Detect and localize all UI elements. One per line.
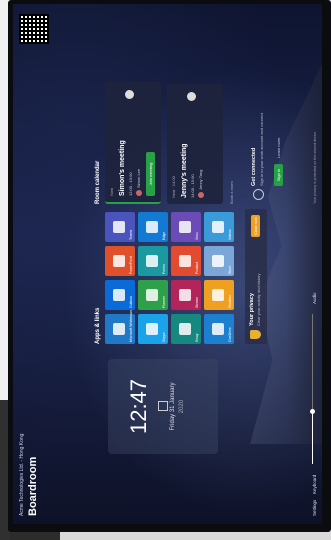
app-tile[interactable]: Edge [138,212,168,242]
sign-in-button[interactable]: Sign in [274,164,283,186]
privacy-title: Your privacy [249,293,255,326]
sway-icon [178,323,191,335]
bottom-bar: Settings Keyboard Audio Your privacy is … [302,4,322,524]
audio-button[interactable]: Audio [312,292,317,304]
app-tile[interactable]: Planner [138,280,168,310]
clear-now-button[interactable]: Clear now [251,215,260,237]
whiteboard-icon [112,323,125,335]
privacy-card: Your privacy Clear your activity and his… [245,209,267,344]
privacy-footnote: Your privacy is protected on this shared… [313,131,317,204]
volume-knob[interactable] [310,409,315,414]
videos-icon [211,221,224,233]
header: Acme Technologies Ltd. - Hong Kong Board… [19,434,39,516]
app-tile[interactable]: Skype [138,314,168,344]
app-tile[interactable]: Videos [204,212,234,242]
calendar-title: Room calendar [95,160,101,204]
meeting-state: Now [109,187,114,196]
clock-date: Friday 31 January [170,382,176,431]
app-tile[interactable]: OneDrive [204,314,234,344]
app-tile[interactable]: Sway [171,314,201,344]
app-tile-label: Stream [195,296,199,308]
forms-icon [145,255,158,267]
app-tile[interactable]: Teams [105,212,135,242]
settings-button[interactable]: Settings [312,500,317,516]
app-tile[interactable]: Stream [171,280,201,310]
meeting-state: Next · 14:00 [171,176,176,198]
app-tile[interactable]: Store [204,246,234,276]
meeting-name: Jenny's meeting [181,143,188,198]
display-screen: Acme Technologies Ltd. - Hong Kong Board… [13,4,322,524]
weather-icon [211,289,224,301]
clock-panel: 12:47 Friday 31 January 2020 [108,359,218,454]
xbox-icon [178,221,191,233]
volume-fill [312,412,313,464]
store-icon [211,255,224,267]
app-tile-label: Skype [162,332,166,342]
room-calendar: Now Simon's meeting 12:00 - 13:00 Simon … [105,82,245,204]
app-tile-label: Planner [162,295,166,308]
app-tile-label: Teams [129,229,133,240]
app-tile[interactable]: Forms [138,246,168,276]
app-tile[interactable]: Xbox [171,212,201,242]
app-tile-label: Edge [162,231,166,240]
app-tile[interactable]: Weather [204,280,234,310]
product-icon [178,255,191,267]
stream-icon [178,289,191,301]
teams-icon [125,90,134,99]
apps-title: Apps & links [95,307,101,344]
privacy-subtitle: Clear your activity and history [256,273,261,326]
planner-icon [145,289,158,301]
app-tile-label: Xbox [195,232,199,240]
teams-icon [112,221,125,233]
learn-more-link[interactable]: Learn more [276,138,281,158]
qr-code [19,14,49,44]
powerpoint-icon [112,255,125,267]
meeting-card-current[interactable]: Now Simon's meeting 12:00 - 13:00 Simon … [105,82,161,204]
get-connected-card: Get connected Sign in to your work accou… [251,14,291,204]
app-tile-label: Weather [228,294,232,308]
clock-time: 12:47 [126,378,151,435]
app-tile-label: Sway [195,333,199,342]
skype-icon [145,323,158,335]
meeting-card-next[interactable]: Next · 14:00 Jenny's meeting 14:00 - 15:… [167,84,223,204]
meeting-time: 14:00 - 15:00 [190,174,195,198]
app-tile[interactable]: Microsoft Whiteboard [105,309,135,344]
app-tile[interactable]: PowerPoint [105,246,135,276]
app-tile-label: Outlook [129,295,133,308]
app-tile-label: OneDrive [228,327,232,342]
user-icon [253,189,264,200]
surface-hub-home: Acme Technologies Ltd. - Hong Kong Board… [13,4,322,524]
app-tile[interactable]: Product [171,246,201,276]
shield-icon [250,330,261,339]
app-tile-label: Store [228,265,232,274]
edge-icon [145,221,158,233]
volume-slider[interactable] [310,314,315,464]
company-name: Acme Technologies Ltd. - Hong Kong [19,433,25,516]
app-tile-label: Product [195,261,199,274]
app-tile-label: PowerPoint [129,256,133,274]
outlook-icon [112,289,125,301]
app-tile[interactable]: Outlook [105,280,135,310]
book-room-link[interactable]: Book a room [229,181,234,204]
onedrive-icon [211,323,224,335]
meeting-organizer: Simon Lee [136,168,141,188]
app-tile-label: Videos [228,229,232,240]
room-name: Boardroom [27,456,39,516]
meeting-name: Simon's meeting [119,140,126,196]
clock-year: 2020 [179,399,185,414]
keyboard-button[interactable]: Keyboard [312,475,317,494]
app-tile-label: Microsoft Whiteboard [129,308,133,342]
meeting-time: 12:00 - 13:00 [128,172,133,196]
skype-icon [187,92,196,101]
app-tile-label: Forms [162,264,166,274]
meeting-organizer: Jenny Tang [198,169,203,190]
apps-grid: Microsoft Whiteboard Outlook PowerPoint Tea… [105,209,235,344]
join-meeting-button[interactable]: Join meeting [146,152,155,196]
connect-subtitle: Sign in to your work account and connect [259,112,264,186]
avatar [198,192,204,198]
calendar-icon [158,401,168,412]
avatar [136,190,142,196]
connect-title: Get connected [251,147,257,186]
